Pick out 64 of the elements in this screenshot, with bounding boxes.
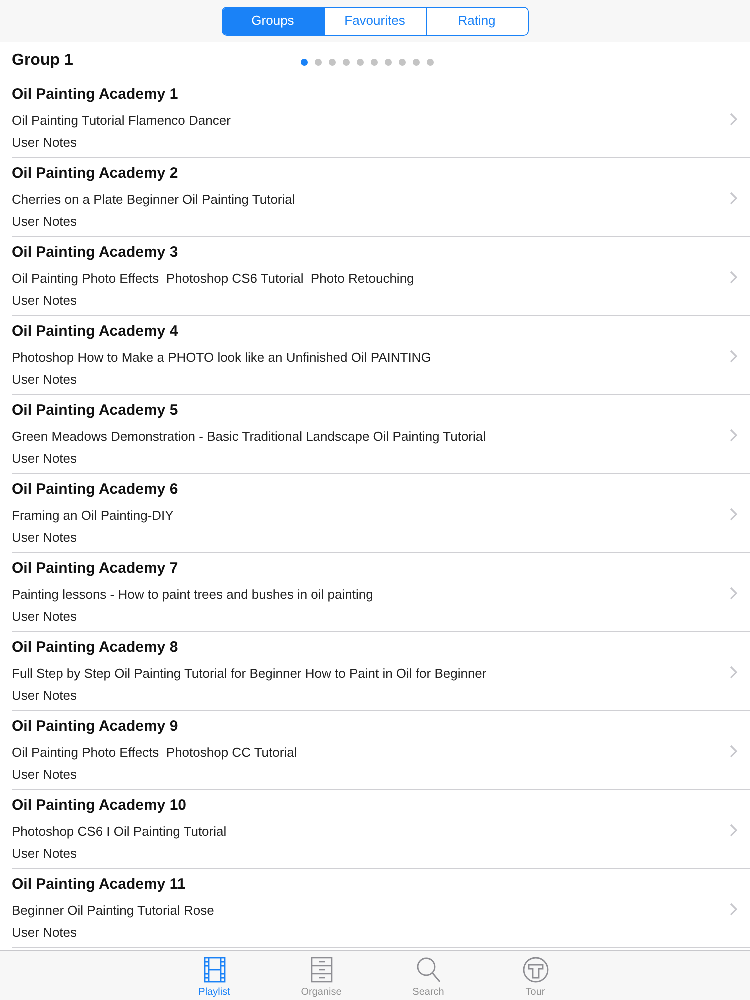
chevron-icon bbox=[730, 666, 738, 678]
chevron-icon bbox=[730, 744, 738, 758]
row-title: Oil Painting Academy 7 bbox=[12, 560, 180, 578]
chevron-icon bbox=[730, 270, 738, 284]
row-subtitle: Oil Painting Photo Effects Photoshop CS6 Tutorial Photo Retouching bbox=[12, 270, 416, 288]
list-row[interactable]: Oil Painting Academy 8 Full Step by Step Oil Painting Tutorial for Beginner How to Paint in Oil for Beginner User Notes bbox=[12, 632, 750, 711]
row-notes: User Notes bbox=[12, 450, 78, 468]
row-title: Oil Painting Academy 11 bbox=[12, 876, 187, 894]
row-subtitle: Painting lessons - How to paint trees and bushes in oil painting bbox=[12, 586, 374, 604]
list-row[interactable]: Oil Painting Academy 5 Green Meadows Demonstration - Basic Traditional Landscape Oil Painting Tutorial User Notes bbox=[12, 395, 750, 474]
segment-tab[interactable]: Groups bbox=[222, 8, 324, 34]
chevron-icon bbox=[730, 508, 738, 520]
row-subtitle: Full Step by Step Oil Painting Tutorial for Beginner How to Paint in Oil for Beginner bbox=[12, 664, 488, 682]
row-notes: User Notes bbox=[12, 134, 78, 152]
list-row[interactable]: Oil Painting Academy 7 Painting lessons - How to paint trees and bushes in oil painting User Notes bbox=[12, 553, 750, 632]
row-subtitle: Framing an Oil Painting-DIY bbox=[12, 506, 175, 524]
row-title: Oil Painting Academy 1 bbox=[12, 86, 180, 104]
row-subtitle: Oil Painting Photo Effects Photoshop CC Tutorial bbox=[12, 744, 298, 762]
film-strip-icon bbox=[204, 957, 226, 983]
row-subtitle: Cherries on a Plate Beginner Oil Painting Tutorial bbox=[12, 190, 296, 208]
row-title: Oil Painting Academy 4 bbox=[12, 322, 180, 340]
chevron-icon bbox=[730, 350, 738, 362]
chevron-icon bbox=[730, 192, 738, 204]
row-notes: User Notes bbox=[12, 292, 78, 310]
row-notes: User Notes bbox=[12, 528, 78, 546]
row-notes: User Notes bbox=[12, 766, 78, 784]
row-subtitle: Beginner Oil Painting Tutorial Rose bbox=[12, 902, 216, 920]
row-notes: User Notes bbox=[12, 212, 78, 230]
segment-tab[interactable]: Rating bbox=[426, 8, 528, 34]
search-icon bbox=[416, 957, 440, 983]
row-title: Oil Painting Academy 8 bbox=[12, 638, 180, 656]
row-title: Oil Painting Academy 3 bbox=[12, 244, 180, 262]
list-row[interactable]: Oil Painting Academy 3 Oil Painting Photo Effects Photoshop CS6 Tutorial Photo Retouching User Notes bbox=[12, 237, 750, 316]
row-title: Oil Painting Academy 10 bbox=[12, 796, 188, 814]
tab-bar-item[interactable]: Playlist bbox=[161, 951, 268, 1000]
row-subtitle: Photoshop How to Make a PHOTO look like an Unfinished Oil PAINTING bbox=[12, 348, 432, 366]
list-row[interactable]: Oil Painting Academy 9 Oil Painting Photo Effects Photoshop CC Tutorial User Notes bbox=[12, 711, 750, 790]
list-row[interactable]: Oil Painting Academy 2 Cherries on a Plate Beginner Oil Painting Tutorial User Notes bbox=[12, 158, 750, 237]
group-title: Group 1 bbox=[11, 50, 74, 70]
chevron-icon bbox=[730, 902, 738, 916]
row-title: Oil Painting Academy 5 bbox=[12, 402, 180, 420]
row-subtitle: Photoshop CS6 I Oil Painting Tutorial bbox=[12, 822, 228, 840]
row-title: Oil Painting Academy 6 bbox=[12, 480, 180, 498]
list-row[interactable]: Oil Painting Academy 11 Beginner Oil Painting Tutorial Rose User Notes bbox=[12, 869, 750, 948]
list-row[interactable]: Oil Painting Academy 6 Framing an Oil Painting-DIY User Notes bbox=[12, 474, 750, 553]
chevron-icon bbox=[730, 112, 738, 126]
drawer-cabinet-icon bbox=[310, 957, 332, 983]
row-notes: User Notes bbox=[12, 686, 78, 704]
list-row[interactable]: Oil Painting Academy 10 Photoshop CS6 I Oil Painting Tutorial User Notes bbox=[12, 790, 750, 869]
row-notes: User Notes bbox=[12, 844, 78, 862]
circle-t-icon bbox=[522, 957, 548, 983]
segment-tab[interactable]: Favourites bbox=[324, 8, 426, 34]
row-notes: User Notes bbox=[12, 608, 78, 626]
list-row[interactable]: Oil Painting Academy 1 Oil Painting Tutorial Flamenco Dancer User Notes bbox=[12, 79, 750, 158]
row-title: Oil Painting Academy 2 bbox=[12, 164, 180, 182]
chevron-icon bbox=[730, 824, 738, 836]
list-row[interactable]: Oil Painting Academy 4 Photoshop How to Make a PHOTO look like an Unfinished Oil PAINTING User Notes bbox=[12, 316, 750, 395]
row-subtitle: Oil Painting Tutorial Flamenco Dancer bbox=[12, 112, 232, 130]
chevron-icon bbox=[730, 586, 738, 600]
row-notes: User Notes bbox=[12, 370, 78, 388]
chevron-icon bbox=[730, 428, 738, 442]
row-notes: User Notes bbox=[12, 924, 78, 942]
row-subtitle: Green Meadows Demonstration - Basic Traditional Landscape Oil Painting Tutorial bbox=[12, 428, 488, 446]
row-title: Oil Painting Academy 9 bbox=[12, 718, 180, 736]
